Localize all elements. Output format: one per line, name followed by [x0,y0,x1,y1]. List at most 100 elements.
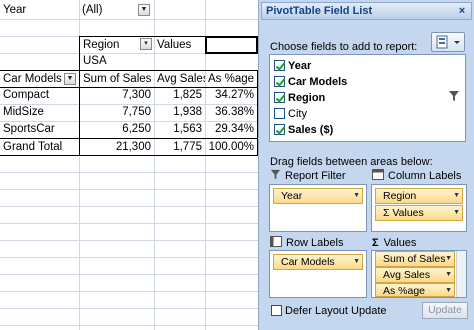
row-label: Compact [3,89,50,101]
chip-dropdown-icon[interactable]: ▼ [445,270,452,280]
sigma-icon: Σ [372,237,379,249]
chip-dropdown-icon[interactable]: ▼ [445,286,452,296]
values-header: Values [154,36,205,54]
field-label: City [288,108,307,120]
values-area[interactable]: Sum of Sales ▼ Avg Sales ▼ As %age ▼ [371,250,467,298]
chip-dropdown-icon[interactable]: ▼ [445,254,452,264]
chip-label: Avg Sales [383,269,431,281]
grand-total-pct: 100.00% [205,138,258,156]
chip-dropdown-icon[interactable]: ▼ [453,208,460,218]
value-chip-sum-of-sales[interactable]: Sum of Sales ▼ [375,251,455,267]
pane-title-bar[interactable]: PivotTable Field List × [261,2,472,20]
row-label: MidSize [3,106,44,118]
chip-label: Values [392,207,424,219]
row-labels-label: Row Labels [286,237,344,249]
report-filter-chip-year[interactable]: Year ▼ [273,188,363,204]
checkbox-checked-icon[interactable] [274,92,285,103]
filter-dropdown-icon[interactable]: ▼ [138,4,150,16]
column-chip-region[interactable]: Region ▼ [375,188,463,204]
checkbox-unchecked-icon[interactable] [271,305,282,316]
value-chip-as-pct[interactable]: As %age ▼ [375,283,455,297]
chip-dropdown-icon[interactable]: ▼ [353,191,360,201]
field-label: Year [288,60,312,72]
sum-value: 7,750 [79,104,154,121]
gridline [0,189,258,190]
grand-total-label: Grand Total [0,138,79,156]
sum-value: 7,300 [79,87,154,104]
gridline [0,274,258,275]
filter-label: Year [3,4,27,16]
gridline [0,291,258,292]
avg-value: 1,938 [173,106,202,118]
column-chip-values[interactable]: Σ Values ▼ [375,205,463,221]
gridline [0,240,258,241]
field-item-year[interactable]: Year [274,59,311,74]
avg-value: 1,825 [173,89,202,101]
region-value: USA [79,53,258,70]
row-labels-header: Row Labels [270,236,343,250]
values-header: Σ Values [372,236,416,250]
row-chip-car-models[interactable]: Car Models ▼ [273,254,363,270]
gridline [0,206,258,207]
row-label: SportsCar [3,123,55,135]
values-scrollbar[interactable] [456,251,466,297]
field-list-box: Year Car Models Region City Sales ($) [269,54,466,142]
filter-value: (All) [82,4,103,16]
field-item-sales[interactable]: Sales ($) [274,123,333,138]
gridline [0,325,258,326]
defer-label: Defer Layout Update [285,305,387,317]
row-labels-area[interactable]: Car Models ▼ [269,250,367,298]
chip-label: Sum of Sales [383,253,446,265]
value-chip-avg-sales[interactable]: Avg Sales ▼ [375,267,455,283]
column-labels-header: Column Labels [372,169,461,183]
field-label: Sales ($) [288,124,334,136]
pivot-field-list-pane: PivotTable Field List × Choose fields to… [258,0,474,330]
chip-dropdown-icon[interactable]: ▼ [353,257,360,267]
field-item-region[interactable]: Region [274,91,325,106]
chip-dropdown-icon[interactable]: ▼ [453,191,460,201]
column-labels-icon [372,169,384,180]
gridline [0,308,258,309]
gridline [0,19,258,20]
sum-value: 6,250 [79,121,154,138]
chip-label: Car Models [281,256,335,268]
gridline [0,223,258,224]
report-filter-area[interactable]: Year ▼ [269,184,367,232]
grand-total-avg: 1,775 [154,138,205,156]
column-labels-label: Column Labels [388,170,462,182]
chip-label: Region [383,190,417,202]
sigma-icon: Σ [383,207,390,219]
filter-funnel-icon [449,91,459,101]
spreadsheet-grid[interactable]: Year (All) ▼ Region ▾ Values USA Car Mod… [0,0,258,330]
row-labels-icon [270,236,282,247]
column-labels-area[interactable]: Region ▼ Σ Values ▼ [371,184,467,232]
region-filter-icon[interactable]: ▾ [140,38,152,50]
column-header-sum: Sum of Sales [79,70,154,88]
close-icon[interactable]: × [455,3,469,19]
field-item-car-models[interactable]: Car Models [274,75,347,90]
chip-label: Year [281,190,303,202]
values-label: Values [383,237,417,249]
pane-title: PivotTable Field List [266,5,373,17]
checkbox-unchecked-icon[interactable] [274,108,285,119]
field-item-city[interactable]: City [274,107,307,122]
gridline [0,257,258,258]
checkbox-checked-icon[interactable] [274,76,285,87]
selected-cell[interactable] [205,36,258,54]
pct-value: 29.34% [205,121,258,138]
column-header-pct: As %age [205,70,258,88]
checkbox-checked-icon[interactable] [274,60,285,71]
report-filter-header: Report Filter [270,169,346,183]
update-button[interactable]: Update [422,302,468,319]
layout-view-button[interactable] [431,32,465,52]
choose-fields-label: Choose fields to add to report: [270,41,418,53]
report-filter-label: Report Filter [285,170,346,182]
pct-value: 34.27% [205,87,258,104]
field-list-layout-icon [436,35,460,49]
car-models-dropdown-icon[interactable]: ▼ [64,73,76,85]
chip-label: As %age [383,285,426,297]
defer-layout-update[interactable]: Defer Layout Update [271,305,387,317]
checkbox-checked-icon[interactable] [274,124,285,135]
gridline [0,172,258,173]
report-filter-icon [270,169,281,180]
